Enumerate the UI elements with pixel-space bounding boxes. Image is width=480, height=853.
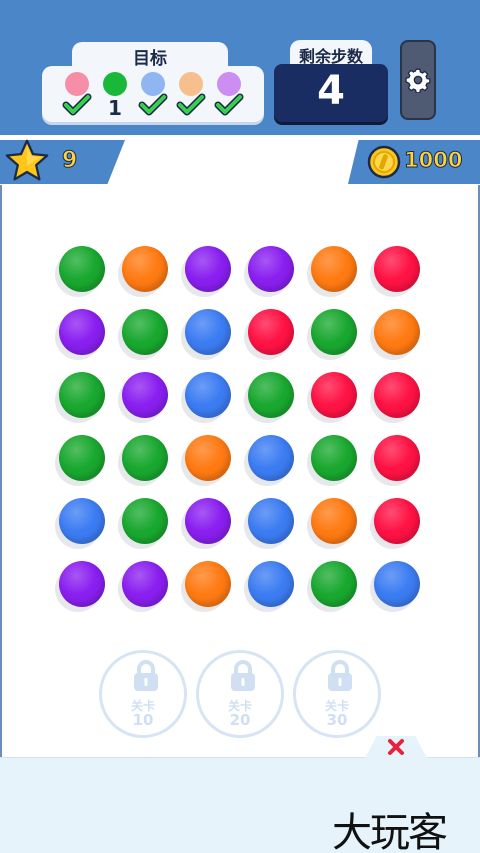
- ball-purple[interactable]: [248, 246, 294, 292]
- ball-green[interactable]: [59, 435, 105, 481]
- ball-red[interactable]: [374, 372, 420, 418]
- ball-blue[interactable]: [374, 561, 420, 607]
- goal-item: [176, 70, 206, 120]
- ball-green[interactable]: [122, 435, 168, 481]
- ball-purple[interactable]: [59, 561, 105, 607]
- goal-color-dot: [103, 72, 127, 96]
- ball-blue[interactable]: [59, 498, 105, 544]
- ball-orange[interactable]: [185, 561, 231, 607]
- check-icon: [176, 93, 206, 116]
- ball-purple[interactable]: [122, 561, 168, 607]
- locked-level-button[interactable]: 关卡 30: [293, 650, 381, 738]
- ball-red[interactable]: [374, 435, 420, 481]
- ball-purple[interactable]: [185, 246, 231, 292]
- ball-orange[interactable]: [311, 246, 357, 292]
- settings-button[interactable]: [400, 40, 436, 120]
- ball-orange[interactable]: [374, 309, 420, 355]
- close-icon[interactable]: [386, 737, 406, 757]
- ball-green[interactable]: [248, 372, 294, 418]
- level-number: 30: [326, 711, 348, 729]
- ball-orange[interactable]: [311, 498, 357, 544]
- ball-blue[interactable]: [248, 435, 294, 481]
- lock-icon: [328, 660, 352, 691]
- check-icon: [138, 93, 168, 116]
- ball-green[interactable]: [311, 435, 357, 481]
- level-number: 20: [229, 711, 251, 729]
- ball-blue[interactable]: [185, 372, 231, 418]
- ball-blue[interactable]: [248, 498, 294, 544]
- goal-item: [214, 70, 244, 120]
- ball-orange[interactable]: [122, 246, 168, 292]
- ball-green[interactable]: [122, 309, 168, 355]
- ball-purple[interactable]: [122, 372, 168, 418]
- star-icon: [5, 139, 49, 181]
- lock-icon: [134, 660, 158, 691]
- goal-item: [62, 70, 92, 120]
- watermark-logo: 大玩客: [332, 810, 448, 853]
- moves-value: 4: [317, 68, 345, 114]
- ball-blue[interactable]: [248, 561, 294, 607]
- check-icon: [62, 93, 92, 116]
- lock-icon: [231, 660, 255, 691]
- ball-green[interactable]: [122, 498, 168, 544]
- locked-level-button[interactable]: 关卡 10: [99, 650, 187, 738]
- goal-item: 1: [100, 70, 130, 120]
- star-count: 9: [61, 148, 78, 174]
- ball-green[interactable]: [59, 372, 105, 418]
- goal-count: 1: [108, 96, 122, 120]
- coin-icon: [367, 145, 401, 179]
- gear-icon: [405, 68, 431, 93]
- left-edge: [0, 185, 2, 757]
- ball-red[interactable]: [248, 309, 294, 355]
- ball-green[interactable]: [59, 246, 105, 292]
- ball-purple[interactable]: [185, 498, 231, 544]
- ball-red[interactable]: [311, 372, 357, 418]
- ball-purple[interactable]: [59, 309, 105, 355]
- ball-red[interactable]: [374, 498, 420, 544]
- ball-green[interactable]: [311, 309, 357, 355]
- locked-level-button[interactable]: 关卡 20: [196, 650, 284, 738]
- coin-count: 1000: [403, 148, 463, 173]
- ball-blue[interactable]: [185, 309, 231, 355]
- ball-red[interactable]: [374, 246, 420, 292]
- ball-orange[interactable]: [185, 435, 231, 481]
- ball-green[interactable]: [311, 561, 357, 607]
- check-icon: [214, 93, 244, 116]
- level-number: 10: [132, 711, 154, 729]
- goal-item: [138, 70, 168, 120]
